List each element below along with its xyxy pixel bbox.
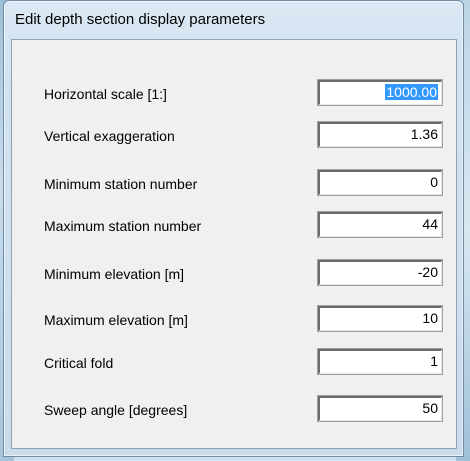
form-row-vertical-exaggeration: Vertical exaggeration 1.36: [12, 121, 456, 152]
maximum-station-number-label: Maximum station number: [44, 218, 202, 234]
dialog-window: Edit depth section display parameters Ho…: [3, 0, 464, 457]
form-row-minimum-elevation: Minimum elevation [m] -20: [12, 259, 456, 290]
sweep-angle-label: Sweep angle [degrees]: [44, 402, 188, 418]
selected-text: 1000.00: [385, 84, 438, 100]
minimum-elevation-input[interactable]: -20: [317, 259, 443, 286]
minimum-station-number-input[interactable]: 0: [317, 169, 443, 196]
form-row-sweep-angle: Sweep angle [degrees] 50: [12, 395, 456, 426]
maximum-elevation-label: Maximum elevation [m]: [44, 312, 188, 328]
vertical-exaggeration-input[interactable]: 1.36: [317, 121, 443, 148]
dialog-title: Edit depth section display parameters: [15, 11, 266, 28]
sweep-angle-input[interactable]: 50: [317, 395, 443, 422]
dialog-client-area: Horizontal scale [1:] 1000.00 Vertical e…: [11, 39, 457, 449]
form-row-critical-fold: Critical fold 1: [12, 348, 456, 379]
horizontal-scale-label: Horizontal scale [1:]: [44, 86, 167, 102]
maximum-station-number-input[interactable]: 44: [317, 211, 443, 238]
dialog-titlebar[interactable]: Edit depth section display parameters: [4, 1, 463, 37]
form-row-horizontal-scale: Horizontal scale [1:] 1000.00: [12, 79, 456, 110]
vertical-exaggeration-label: Vertical exaggeration: [44, 128, 175, 144]
maximum-elevation-input[interactable]: 10: [317, 305, 443, 332]
form-row-maximum-elevation: Maximum elevation [m] 10: [12, 305, 456, 336]
critical-fold-input[interactable]: 1: [317, 348, 443, 375]
minimum-elevation-label: Minimum elevation [m]: [44, 266, 185, 282]
critical-fold-label: Critical fold: [44, 355, 114, 371]
minimum-station-number-label: Minimum station number: [44, 176, 198, 192]
horizontal-scale-input[interactable]: 1000.00: [317, 79, 443, 106]
form-row-maximum-station-number: Maximum station number 44: [12, 211, 456, 242]
form-row-minimum-station-number: Minimum station number 0: [12, 169, 456, 200]
